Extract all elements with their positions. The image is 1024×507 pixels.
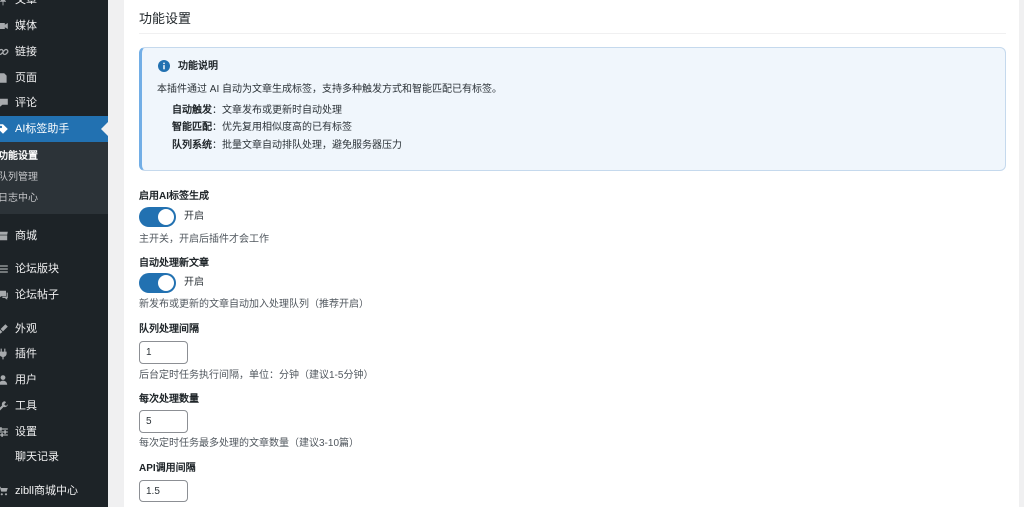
queue-interval-label: 队列处理间隔	[139, 324, 199, 335]
sidebar-item-appearance[interactable]: 外观	[0, 316, 108, 342]
sidebar-item-label: 聊天记录	[15, 451, 59, 463]
feature-text: ：文章发布或更新时自动处理	[212, 105, 342, 116]
title-divider	[139, 33, 1006, 34]
toggle-knob	[158, 275, 174, 291]
toggle-knob	[158, 209, 174, 225]
sidebar-item-zibll-store-center[interactable]: zibll商城中心	[0, 478, 108, 504]
auto-process-description: 新发布或更新的文章自动加入处理队列（推荐开启）	[139, 299, 369, 310]
brush-icon	[0, 323, 9, 335]
sidebar-item-ai-tag-assistant[interactable]: AI标签助手	[0, 116, 108, 142]
sidebar-item-label: zibll商城中心	[15, 485, 78, 497]
info-notice: 功能说明 本插件通过 AI 自动为文章生成标签，支持多种触发方式和智能匹配已有标…	[139, 47, 1006, 171]
forum-icon	[0, 289, 9, 301]
sidebar-item-label: 用户	[15, 374, 37, 386]
sidebar-item-label: 媒体	[15, 20, 37, 32]
sidebar-item-label: 商城	[15, 230, 37, 242]
sidebar-item-label: 工具	[15, 400, 37, 412]
api-interval-label: API调用间隔	[139, 463, 196, 474]
forum-icon	[0, 263, 9, 275]
link-icon	[0, 46, 9, 58]
admin-sidebar: 文章 媒体 链接 页面 评论 AI标签助手 功能设置 队列管理 日志中心 商城 …	[0, 0, 108, 507]
sidebar-item-links[interactable]: 链接	[0, 39, 108, 65]
sidebar-item-posts[interactable]: 文章	[0, 0, 108, 13]
info-icon	[158, 60, 170, 72]
sidebar-item-label: 页面	[15, 72, 37, 84]
sidebar-submenu: 功能设置 队列管理 日志中心	[0, 142, 108, 214]
plugin-icon	[0, 348, 9, 360]
sidebar-item-label: 论坛版块	[15, 263, 59, 275]
sidebar-item-label: 设置	[15, 426, 37, 438]
feature-item: 自动触发：文章发布或更新时自动处理	[172, 104, 342, 117]
settings-icon	[0, 426, 9, 438]
page-icon	[0, 72, 9, 84]
sidebar-item-forum-sections[interactable]: 论坛版块	[0, 256, 108, 282]
queue-interval-description: 后台定时任务执行间隔，单位：分钟（建议1-5分钟）	[139, 370, 374, 381]
feature-name: 队列系统	[172, 140, 212, 151]
pin-icon	[0, 0, 9, 6]
page-title: 功能设置	[139, 11, 192, 26]
batch-size-description: 每次定时任务最多处理的文章数量（建议3-10篇）	[139, 438, 360, 449]
feature-name: 智能匹配	[172, 122, 212, 133]
submenu-item-settings[interactable]: 功能设置	[0, 147, 38, 167]
enable-ai-tags-description: 主开关，开启后插件才会工作	[139, 234, 269, 245]
sidebar-item-label: 论坛帖子	[15, 289, 59, 301]
batch-size-label: 每次处理数量	[139, 394, 199, 405]
store-icon	[0, 230, 9, 242]
cart-icon	[0, 485, 9, 497]
current-menu-arrow	[101, 122, 108, 136]
feature-item: 队列系统：批量文章自动排队处理，避免服务器压力	[172, 139, 402, 152]
batch-size-input[interactable]	[139, 410, 188, 433]
auto-process-state: 开启	[184, 277, 204, 288]
feature-text: ：批量文章自动排队处理，避免服务器压力	[212, 140, 402, 151]
sidebar-item-label: 插件	[15, 348, 37, 360]
sidebar-item-users[interactable]: 用户	[0, 367, 108, 393]
sidebar-item-label: 链接	[15, 46, 37, 58]
api-interval-input[interactable]	[139, 480, 188, 502]
auto-process-label: 自动处理新文章	[139, 258, 209, 269]
feature-text: ：优先复用相似度高的已有标签	[212, 122, 352, 133]
sidebar-item-forum-posts[interactable]: 论坛帖子	[0, 282, 108, 308]
sidebar-item-tools[interactable]: 工具	[0, 393, 108, 419]
settings-panel: 功能设置 功能说明 本插件通过 AI 自动为文章生成标签，支持多种触发方式和智能…	[124, 0, 1019, 507]
sidebar-item-pages[interactable]: 页面	[0, 65, 108, 91]
sidebar-item-plugins[interactable]: 插件	[0, 341, 108, 367]
sidebar-item-media[interactable]: 媒体	[0, 13, 108, 39]
feature-item: 智能匹配：优先复用相似度高的已有标签	[172, 121, 352, 134]
comment-icon	[0, 97, 9, 109]
tag-icon	[0, 123, 9, 135]
media-icon	[0, 20, 9, 32]
sidebar-item-label: AI标签助手	[15, 123, 70, 135]
auto-process-toggle[interactable]	[139, 273, 176, 293]
notice-description: 本插件通过 AI 自动为文章生成标签，支持多种触发方式和智能匹配已有标签。	[157, 84, 503, 95]
user-icon	[0, 374, 9, 386]
sidebar-item-label: 外观	[15, 323, 37, 335]
sidebar-item-store[interactable]: 商城	[0, 223, 108, 249]
submenu-item-logs[interactable]: 日志中心	[0, 189, 38, 209]
submenu-item-queue[interactable]: 队列管理	[0, 168, 38, 188]
sidebar-item-label: 评论	[15, 97, 37, 109]
sidebar-item-label: 文章	[15, 0, 37, 6]
enable-ai-tags-toggle[interactable]	[139, 207, 176, 227]
feature-name: 自动触发	[172, 105, 212, 116]
sidebar-item-comments[interactable]: 评论	[0, 90, 108, 116]
enable-ai-tags-state: 开启	[184, 211, 204, 222]
enable-ai-tags-label: 启用AI标签生成	[139, 191, 209, 202]
sidebar-item-settings[interactable]: 设置	[0, 419, 108, 445]
sidebar-item-chat-log[interactable]: 聊天记录	[0, 444, 108, 470]
wrench-icon	[0, 400, 9, 412]
notice-title: 功能说明	[178, 61, 218, 72]
queue-interval-input[interactable]	[139, 341, 188, 364]
